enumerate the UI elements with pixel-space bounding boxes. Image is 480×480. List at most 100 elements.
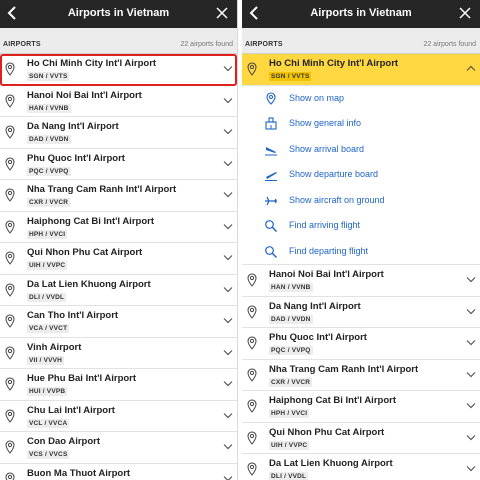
menu-item[interactable]: Show on map — [242, 86, 480, 112]
chevron-down-icon[interactable] — [223, 412, 233, 419]
airport-row-expanded[interactable]: Ho Chi Minh City Int'l Airport SGN / VVTS — [242, 54, 480, 86]
airport-name: Can Tho Int'l Airport — [27, 310, 119, 321]
location-pin-icon — [5, 471, 15, 480]
chevron-down-icon[interactable] — [466, 402, 476, 409]
airport-list: Ho Chi Minh City Int'l Airport SGN / VVTS… — [242, 54, 480, 480]
airport-name: Con Dao Airport — [27, 436, 101, 447]
chevron-down-icon[interactable] — [223, 286, 233, 293]
airport-row-selected[interactable]: Ho Chi Minh City Int'l Airport SGN / VVTS — [0, 54, 237, 86]
airport-row[interactable]: Can Tho Int'l Airport VCA / VVCT — [0, 306, 237, 338]
airport-name: Da Nang Int'l Airport — [269, 300, 361, 312]
spacer — [242, 28, 480, 40]
search-icon — [265, 220, 277, 232]
menu-item-label: Find departing flight — [289, 245, 369, 256]
chevron-down-icon[interactable] — [223, 223, 233, 230]
chevron-down-icon[interactable] — [223, 191, 233, 198]
airport-name: Da Nang Int'l Airport — [27, 121, 119, 132]
airport-row[interactable]: Da Nang Int'l Airport DAD / VVDN — [0, 117, 237, 149]
chevron-down-icon[interactable] — [466, 371, 476, 378]
airport-code: HAN / VVNB — [269, 283, 313, 292]
location-pin-icon — [5, 345, 15, 360]
location-pin-icon — [5, 188, 15, 202]
location-pin-icon — [247, 367, 257, 382]
title-bar: Airports in Vietnam — [242, 0, 480, 28]
airport-code: VII / VVVH — [27, 355, 65, 365]
airport-row[interactable]: Haiphong Cat Bi Int'l Airport HPH / VVCI — [242, 391, 480, 423]
building-icon — [265, 117, 277, 130]
chevron-down-icon[interactable] — [223, 380, 233, 387]
airport-row[interactable]: Con Dao Airport VCS / VVCS — [0, 432, 237, 464]
airport-row[interactable]: Hue Phu Bai Int'l Airport HUI / VVPB — [0, 369, 237, 401]
page-title: Airports in Vietnam — [67, 7, 170, 19]
menu-item[interactable]: Show general info — [242, 111, 480, 137]
chevron-down-icon[interactable] — [466, 308, 476, 315]
chevron-down-icon[interactable] — [466, 465, 476, 472]
airport-name: Haiphong Cat Bi Int'l Airport — [269, 395, 396, 406]
airport-name: Phu Quoc Int'l Airport — [269, 332, 367, 343]
airport-name: Ho Chi Minh City Int'l Airport — [269, 58, 399, 69]
airport-row[interactable]: Haiphong Cat Bi Int'l Airport HPH / VVCI — [0, 211, 237, 243]
airport-row[interactable]: Qui Nhon Phu Cat Airport UIH / VVPC — [0, 243, 237, 275]
menu-item[interactable]: Show aircraft on ground — [242, 188, 480, 214]
airport-code: PQC / VVPQ — [27, 166, 71, 176]
airport-name: Ho Chi Minh City Int'l Airport — [27, 58, 157, 69]
section-header: AIRPORTS 22 airports found — [0, 40, 237, 54]
map-pin-icon — [266, 91, 276, 105]
section-label: AIRPORTS — [3, 41, 41, 48]
airport-row[interactable]: Qui Nhon Phu Cat Airport UIH / VVPC — [242, 422, 480, 454]
airport-row[interactable]: Phu Quoc Int'l Airport PQC / VVPQ — [0, 148, 237, 180]
airport-action-menu: Show on map Show general info Show arrival… — [242, 85, 480, 265]
location-pin-icon — [5, 282, 15, 297]
chevron-down-icon[interactable] — [223, 160, 233, 167]
airport-row[interactable]: Nha Trang Cam Ranh Int'l Airport CXR / VV… — [242, 359, 480, 391]
airport-name: Da Lat Lien Khuong Airport — [269, 458, 393, 469]
location-pin-icon — [5, 440, 15, 454]
airport-row[interactable]: Da Lat Lien Khuong Airport DLI / VVDL — [0, 274, 237, 306]
close-icon[interactable] — [215, 6, 229, 20]
airport-row[interactable]: Buon Ma Thuot AirportBMV / VVBM — [0, 463, 237, 480]
airport-code: DAD / VVDN — [269, 314, 313, 324]
menu-item-label: Show aircraft on ground — [289, 194, 385, 205]
chevron-down-icon[interactable] — [223, 128, 233, 135]
location-pin-icon — [5, 93, 15, 108]
chevron-down-icon[interactable] — [223, 65, 233, 72]
chevron-down-icon[interactable] — [466, 276, 476, 283]
airport-row[interactable]: Hanoi Noi Bai Int'l Airport HAN / VVNB — [242, 265, 480, 297]
chevron-down-icon[interactable] — [223, 317, 233, 324]
chevron-down-icon[interactable] — [223, 97, 233, 104]
menu-item[interactable]: Find arriving flight — [242, 213, 480, 239]
airport-code: HPH / VVCI — [269, 409, 310, 418]
left-screen: Airports in Vietnam AIRPORTS 22 airports… — [0, 0, 238, 480]
airport-name: Qui Nhon Phu Cat Airport — [269, 426, 385, 438]
menu-item[interactable]: Show departure board — [242, 162, 480, 188]
menu-item[interactable]: Show arrival board — [242, 137, 480, 163]
chevron-down-icon[interactable] — [223, 254, 233, 261]
chevron-down-icon[interactable] — [223, 349, 233, 356]
chevron-down-icon[interactable] — [466, 434, 476, 441]
airport-name: Da Lat Lien Khuong Airport — [27, 278, 151, 290]
chevron-down-icon[interactable] — [223, 475, 233, 480]
airport-row[interactable]: Da Lat Lien Khuong Airport DLI / VVDL — [242, 454, 480, 480]
airport-code: HPH / VVCI — [27, 229, 68, 239]
airport-code: HAN / VVNB — [27, 103, 71, 113]
airport-name: Nha Trang Cam Ranh Int'l Airport — [27, 184, 177, 195]
chevron-up-icon[interactable] — [466, 65, 476, 72]
airport-row[interactable]: Vinh Airport VII / VVVH — [0, 337, 237, 369]
airport-row[interactable]: Hanoi Noi Bai Int'l Airport HAN / VVNB — [0, 85, 237, 117]
airport-row[interactable]: Da Nang Int'l Airport DAD / VVDN — [242, 296, 480, 328]
title-bar: Airports in Vietnam — [0, 0, 237, 28]
airport-code: UIH / VVPC — [269, 440, 310, 450]
airport-name: Hanoi Noi Bai Int'l Airport — [27, 89, 142, 101]
menu-item[interactable]: Find departing flight — [242, 239, 480, 265]
close-icon[interactable] — [458, 6, 472, 20]
location-pin-icon — [247, 273, 257, 287]
airport-row[interactable]: Nha Trang Cam Ranh Int'l Airport CXR / VV… — [0, 180, 237, 212]
airport-code: HUI / VVPB — [27, 387, 68, 396]
airport-row[interactable]: Chu Lai Int'l Airport VCL / VVCA — [0, 400, 237, 432]
airport-row[interactable]: Phu Quoc Int'l Airport PQC / VVPQ — [242, 328, 480, 360]
airport-name: Qui Nhon Phu Cat Airport — [27, 247, 143, 258]
chevron-down-icon[interactable] — [223, 443, 233, 450]
arrival-plane-icon — [265, 146, 277, 155]
chevron-down-icon[interactable] — [466, 339, 476, 346]
airport-code: DLI / VVDL — [27, 292, 67, 302]
